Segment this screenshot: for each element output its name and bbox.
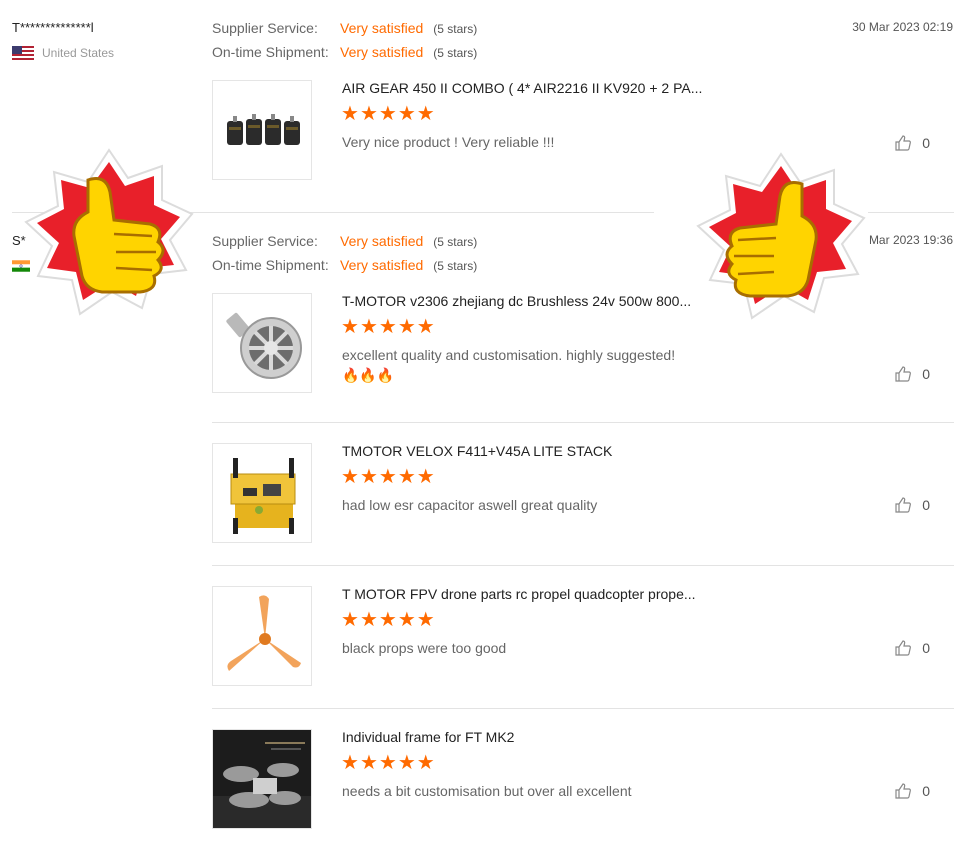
like-count: 0 xyxy=(922,135,930,151)
star-rating: ★ ★ ★ ★ ★ xyxy=(341,467,435,487)
flight-stack-image xyxy=(230,458,296,534)
thumbs-up-outline-icon xyxy=(895,497,912,513)
star-icon: ★ xyxy=(397,103,416,125)
like-button[interactable]: 0 xyxy=(894,639,930,657)
us-flag-icon xyxy=(12,46,34,60)
star-icon: ★ xyxy=(416,103,435,125)
product-thumbnail[interactable] xyxy=(212,293,312,393)
propeller-image xyxy=(227,595,301,671)
review-divider xyxy=(868,212,954,213)
thumbs-up-outline-icon xyxy=(895,366,912,382)
star-icon: ★ xyxy=(397,609,416,631)
item-divider xyxy=(212,565,954,566)
star-icon: ★ xyxy=(359,609,378,631)
star-icon: ★ xyxy=(341,609,359,631)
thumbs-up-sticker-right xyxy=(696,152,866,320)
rating-stars-text: (5 stars) xyxy=(433,259,478,273)
star-icon: ★ xyxy=(359,466,378,488)
rating-stars-text: (5 stars) xyxy=(433,46,478,60)
star-icon: ★ xyxy=(378,103,397,125)
review-comment: had low esr capacitor aswell great quali… xyxy=(342,497,598,513)
product-review: Individual frame for FT MK2 ★ ★ ★ ★ ★ needs … xyxy=(212,729,954,831)
reviewer-name: T**************l xyxy=(12,20,94,35)
comment-text: excellent quality and customisation. hig… xyxy=(342,347,676,363)
motors-image xyxy=(227,114,300,145)
star-icon: ★ xyxy=(416,752,435,774)
star-icon: ★ xyxy=(341,466,359,488)
like-count: 0 xyxy=(922,783,930,799)
rating-value: Very satisfied xyxy=(340,20,424,36)
drone-frame-image xyxy=(213,730,311,828)
star-rating: ★ ★ ★ ★ ★ xyxy=(341,317,435,337)
star-icon: ★ xyxy=(378,752,397,774)
rating-value: Very satisfied xyxy=(340,44,424,60)
like-button[interactable]: 0 xyxy=(894,365,930,383)
rating-label: Supplier Service: xyxy=(212,20,318,36)
star-icon: ★ xyxy=(359,103,378,125)
star-icon: ★ xyxy=(359,316,378,338)
star-icon: ★ xyxy=(341,103,359,125)
like-button[interactable]: 0 xyxy=(894,134,930,152)
rating-stars-text: (5 stars) xyxy=(433,235,478,249)
shipment-rating: On-time Shipment: Very satisfied (5 star… xyxy=(212,44,477,60)
product-thumbnail[interactable] xyxy=(212,443,312,543)
like-button[interactable]: 0 xyxy=(894,782,930,800)
review-date: 30 Mar 2023 02:19 xyxy=(852,20,953,34)
supplier-service-rating: Supplier Service: Very satisfied (5 star… xyxy=(212,20,477,36)
star-icon: ★ xyxy=(359,752,378,774)
product-review: TMOTOR VELOX F411+V45A LITE STACK ★ ★ ★ ★ ★ … xyxy=(212,443,954,545)
supplier-service-rating: Supplier Service: Very satisfied (5 star… xyxy=(212,233,477,249)
rating-label: Supplier Service: xyxy=(212,233,318,249)
item-divider xyxy=(212,422,954,423)
comment-emoji: 🔥🔥🔥 xyxy=(342,367,395,383)
star-icon: ★ xyxy=(378,316,397,338)
thumbs-up-outline-icon xyxy=(895,640,912,656)
star-icon: ★ xyxy=(397,752,416,774)
product-title[interactable]: AIR GEAR 450 II COMBO ( 4* AIR2216 II KV… xyxy=(342,80,702,96)
star-icon: ★ xyxy=(397,466,416,488)
star-icon: ★ xyxy=(341,752,359,774)
product-thumbnail[interactable] xyxy=(212,80,312,180)
thumbs-up-outline-icon xyxy=(895,783,912,799)
product-thumbnail[interactable] xyxy=(212,586,312,686)
product-title[interactable]: Individual frame for FT MK2 xyxy=(342,729,514,745)
like-count: 0 xyxy=(922,640,930,656)
review-comment: black props were too good xyxy=(342,640,507,656)
review-comment: excellent quality and customisation. hig… xyxy=(342,345,702,385)
product-title[interactable]: T MOTOR FPV drone parts rc propel quadco… xyxy=(342,586,696,602)
country-label: United States xyxy=(42,46,115,60)
star-icon: ★ xyxy=(378,609,397,631)
star-rating: ★ ★ ★ ★ ★ xyxy=(341,104,435,124)
star-icon: ★ xyxy=(416,316,435,338)
reviewer-country: United States xyxy=(12,46,114,60)
like-count: 0 xyxy=(922,366,930,382)
rating-value: Very satisfied xyxy=(340,257,424,273)
rating-label: On-time Shipment: xyxy=(212,257,329,273)
star-icon: ★ xyxy=(378,466,397,488)
review-comment: Very nice product ! Very reliable !!! xyxy=(342,134,555,150)
thumbs-up-sticker-left xyxy=(24,148,194,316)
like-count: 0 xyxy=(922,497,930,513)
product-review: T MOTOR FPV drone parts rc propel quadco… xyxy=(212,586,954,688)
rating-stars-text: (5 stars) xyxy=(433,22,478,36)
star-icon: ★ xyxy=(397,316,416,338)
product-title[interactable]: TMOTOR VELOX F411+V45A LITE STACK xyxy=(342,443,612,459)
review-date: Mar 2023 19:36 xyxy=(868,233,953,247)
rating-value: Very satisfied xyxy=(340,233,424,249)
product-title[interactable]: T-MOTOR v2306 zhejiang dc Brushless 24v … xyxy=(342,293,691,309)
star-icon: ★ xyxy=(341,316,359,338)
shipment-rating: On-time Shipment: Very satisfied (5 star… xyxy=(212,257,477,273)
rating-label: On-time Shipment: xyxy=(212,44,329,60)
star-rating: ★ ★ ★ ★ ★ xyxy=(341,610,435,630)
brushless-motor-image xyxy=(226,312,302,379)
star-icon: ★ xyxy=(416,609,435,631)
like-button[interactable]: 0 xyxy=(894,496,930,514)
star-rating: ★ ★ ★ ★ ★ xyxy=(341,753,435,773)
thumbs-up-outline-icon xyxy=(895,135,912,151)
product-thumbnail[interactable] xyxy=(212,729,312,829)
item-divider xyxy=(212,708,954,709)
review-comment: needs a bit customisation but over all e… xyxy=(342,783,632,799)
star-icon: ★ xyxy=(416,466,435,488)
